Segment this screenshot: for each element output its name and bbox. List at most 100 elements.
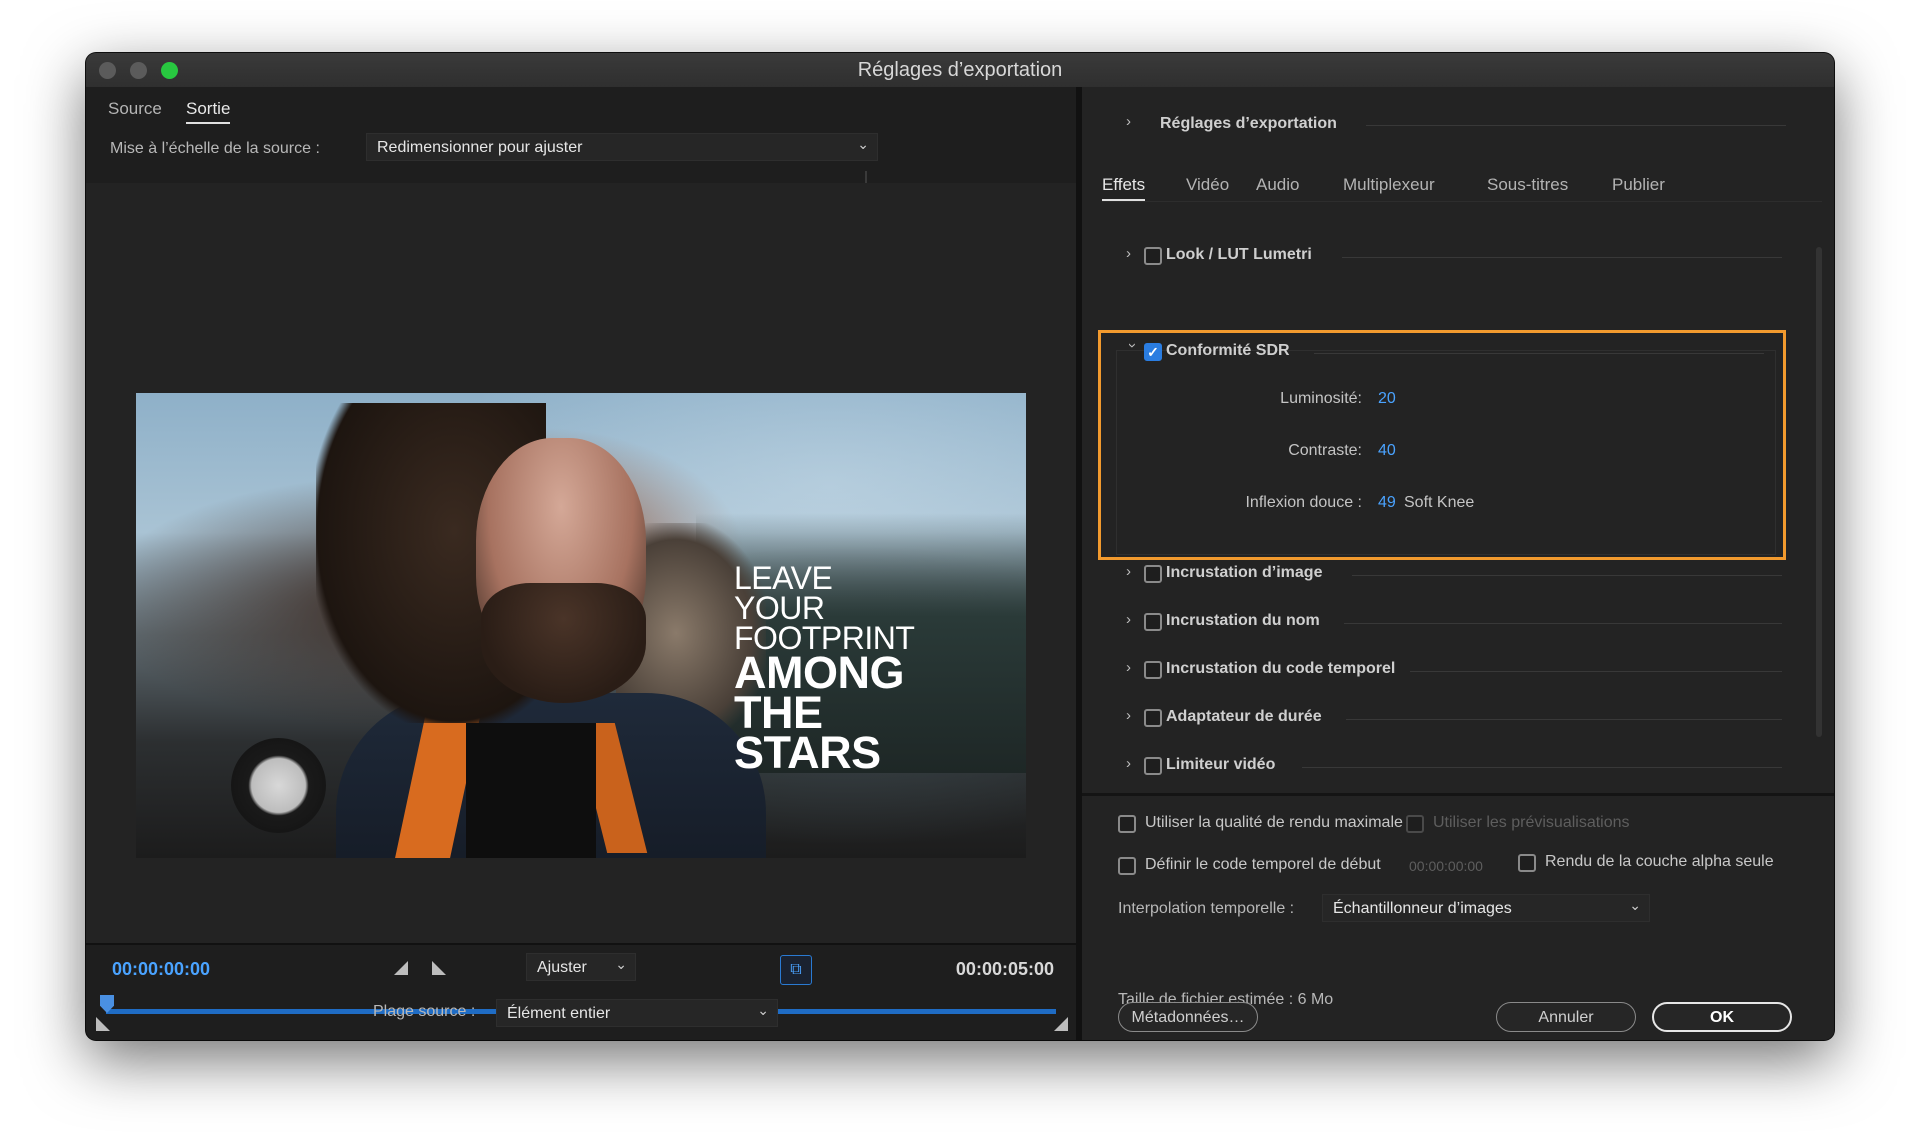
out-point-handle[interactable]: [1054, 1017, 1068, 1031]
lumetri-checkbox[interactable]: [1144, 247, 1162, 265]
duration-adapter-checkbox[interactable]: [1144, 709, 1162, 727]
chevron-right-icon[interactable]: ›: [1126, 659, 1131, 676]
zoom-fit-dropdown[interactable]: Ajuster ⌄: [526, 953, 636, 981]
effect-label: Incrustation du code temporel: [1166, 660, 1396, 677]
soft-knee-label: Inflexion douce :: [1245, 494, 1362, 511]
title-bar: Réglages d’exportation: [86, 53, 1834, 88]
start-timecode-label: Définir le code temporel de début: [1145, 856, 1381, 873]
effect-timecode-overlay: › Incrustation du code temporel: [1082, 657, 1802, 683]
use-previews-label: Utiliser les prévisualisations: [1433, 814, 1630, 831]
beard: [481, 583, 646, 703]
effect-name-overlay: › Incrustation du nom: [1082, 609, 1802, 635]
start-timecode-checkbox[interactable]: [1118, 857, 1136, 875]
window-title: Réglages d’exportation: [857, 59, 1063, 81]
crop-output-icon[interactable]: ⧉: [780, 955, 812, 985]
divider: [1344, 623, 1782, 624]
chevron-right-icon: ›: [1126, 113, 1131, 130]
brightness-label: Luminosité:: [1280, 390, 1362, 407]
contrast-param: Contraste: 40: [1082, 439, 1802, 463]
preview-pane: Source Sortie Mise à l’échelle de la sou…: [86, 87, 1076, 1040]
chevron-right-icon[interactable]: ›: [1126, 707, 1131, 724]
source-range-value: Élément entier: [507, 1005, 611, 1022]
image-overlay-checkbox[interactable]: [1144, 565, 1162, 583]
soft-knee-unit: Soft Knee: [1404, 494, 1475, 511]
start-timecode-value: 00:00:00:00: [1409, 858, 1483, 874]
soft-knee-param: Inflexion douce : 49 Soft Knee: [1082, 491, 1802, 515]
chevron-right-icon[interactable]: ›: [1126, 245, 1131, 262]
preview-area: LEAVE YOUR FOOTPRINT AMONG THE STARS: [86, 183, 1076, 943]
source-scaling-row: Mise à l’échelle de la source : Redimens…: [110, 133, 1060, 165]
preview-overlay-title: LEAVE YOUR FOOTPRINT AMONG THE STARS: [734, 560, 915, 778]
effect-sdr-conform: › ✓ Conformité SDR: [1082, 339, 1802, 365]
current-timecode[interactable]: 00:00:00:00: [112, 959, 210, 980]
overlay-line-bold: STARS: [734, 727, 881, 778]
max-quality-checkbox[interactable]: [1118, 815, 1136, 833]
effect-lumetri: › Look / LUT Lumetri: [1082, 243, 1802, 269]
shirt: [466, 723, 596, 858]
soft-knee-value[interactable]: 49: [1378, 494, 1396, 512]
divider: [1342, 257, 1782, 258]
export-settings-section-header[interactable]: › Réglages d’exportation: [1126, 111, 1786, 137]
overlay-line: YOUR: [734, 590, 825, 626]
zoom-fit-value: Ajuster: [537, 959, 587, 976]
timecode-overlay-checkbox[interactable]: [1144, 661, 1162, 679]
effects-scrollbar[interactable]: [1816, 247, 1822, 737]
metadata-button[interactable]: Métadonnées…: [1118, 1002, 1258, 1032]
use-previews-checkbox: [1406, 815, 1424, 833]
divider: [1352, 575, 1782, 576]
source-scaling-label: Mise à l’échelle de la source :: [110, 140, 320, 157]
divider: [1302, 767, 1782, 768]
source-range-dropdown[interactable]: Élément entier ⌄: [496, 999, 778, 1027]
effect-label: Adaptateur de durée: [1166, 708, 1322, 725]
chevron-right-icon[interactable]: ›: [1126, 563, 1131, 580]
contrast-value[interactable]: 40: [1378, 442, 1396, 460]
ok-button[interactable]: OK: [1652, 1002, 1792, 1032]
tab-source[interactable]: Source: [108, 99, 162, 119]
chevron-down-icon[interactable]: ›: [1124, 343, 1141, 348]
settings-pane: › Réglages d’exportation Effets Vidéo Au…: [1082, 87, 1834, 1040]
vehicle-wheel: [231, 738, 326, 833]
time-interpolation-value: Échantillonneur d’images: [1333, 900, 1512, 917]
time-interpolation-dropdown[interactable]: Échantillonneur d’images ⌄: [1322, 894, 1650, 922]
in-point-handle[interactable]: [96, 1017, 110, 1031]
effect-label: Incrustation d’image: [1166, 564, 1323, 581]
video-limiter-checkbox[interactable]: [1144, 757, 1162, 775]
brightness-param: Luminosité: 20: [1082, 387, 1802, 411]
cancel-button[interactable]: Annuler: [1496, 1002, 1636, 1032]
effect-label: Limiteur vidéo: [1166, 756, 1276, 773]
mark-out-icon[interactable]: [432, 961, 446, 975]
overlay-line: LEAVE: [734, 560, 833, 596]
source-scaling-dropdown[interactable]: Redimensionner pour ajuster ⌄: [366, 133, 878, 161]
tab-multiplexer[interactable]: Multiplexeur: [1343, 175, 1435, 195]
contrast-label: Contraste:: [1288, 442, 1362, 459]
tab-publish[interactable]: Publier: [1612, 175, 1665, 195]
alpha-only-checkbox[interactable]: [1518, 854, 1536, 872]
chevron-right-icon[interactable]: ›: [1126, 755, 1131, 772]
section-title: Réglages d’exportation: [1160, 115, 1337, 132]
divider: [1366, 125, 1786, 126]
sdr-checkbox[interactable]: ✓: [1144, 343, 1162, 361]
tab-captions[interactable]: Sous-titres: [1487, 175, 1568, 195]
tab-audio[interactable]: Audio: [1256, 175, 1299, 195]
source-scaling-value: Redimensionner pour ajuster: [377, 139, 583, 156]
chevron-down-icon: ⌄: [757, 1002, 769, 1018]
tab-video[interactable]: Vidéo: [1186, 175, 1229, 195]
effect-label: Conformité SDR: [1166, 342, 1290, 359]
max-quality-label: Utiliser la qualité de rendu maximale: [1145, 814, 1403, 831]
name-overlay-checkbox[interactable]: [1144, 613, 1162, 631]
settings-tabs: Effets Vidéo Audio Multiplexeur Sous-tit…: [1102, 167, 1822, 202]
effect-label: Incrustation du nom: [1166, 612, 1320, 629]
brightness-value[interactable]: 20: [1378, 390, 1396, 408]
effect-label: Look / LUT Lumetri: [1166, 246, 1312, 263]
chevron-right-icon[interactable]: ›: [1126, 611, 1131, 628]
chevron-down-icon: ⌄: [1629, 897, 1641, 913]
duration-timecode: 00:00:05:00: [955, 959, 1054, 979]
source-range-label: Plage source :: [373, 1003, 476, 1020]
tab-effects[interactable]: Effets: [1102, 175, 1146, 201]
chevron-down-icon: ⌄: [857, 136, 869, 152]
effect-image-overlay: › Incrustation d’image: [1082, 561, 1802, 587]
export-settings-window: Réglages d’exportation Source Sortie Mis…: [86, 53, 1834, 1040]
mark-in-icon[interactable]: [394, 961, 408, 975]
chevron-down-icon: ⌄: [615, 956, 627, 972]
tab-output[interactable]: Sortie: [186, 99, 231, 124]
